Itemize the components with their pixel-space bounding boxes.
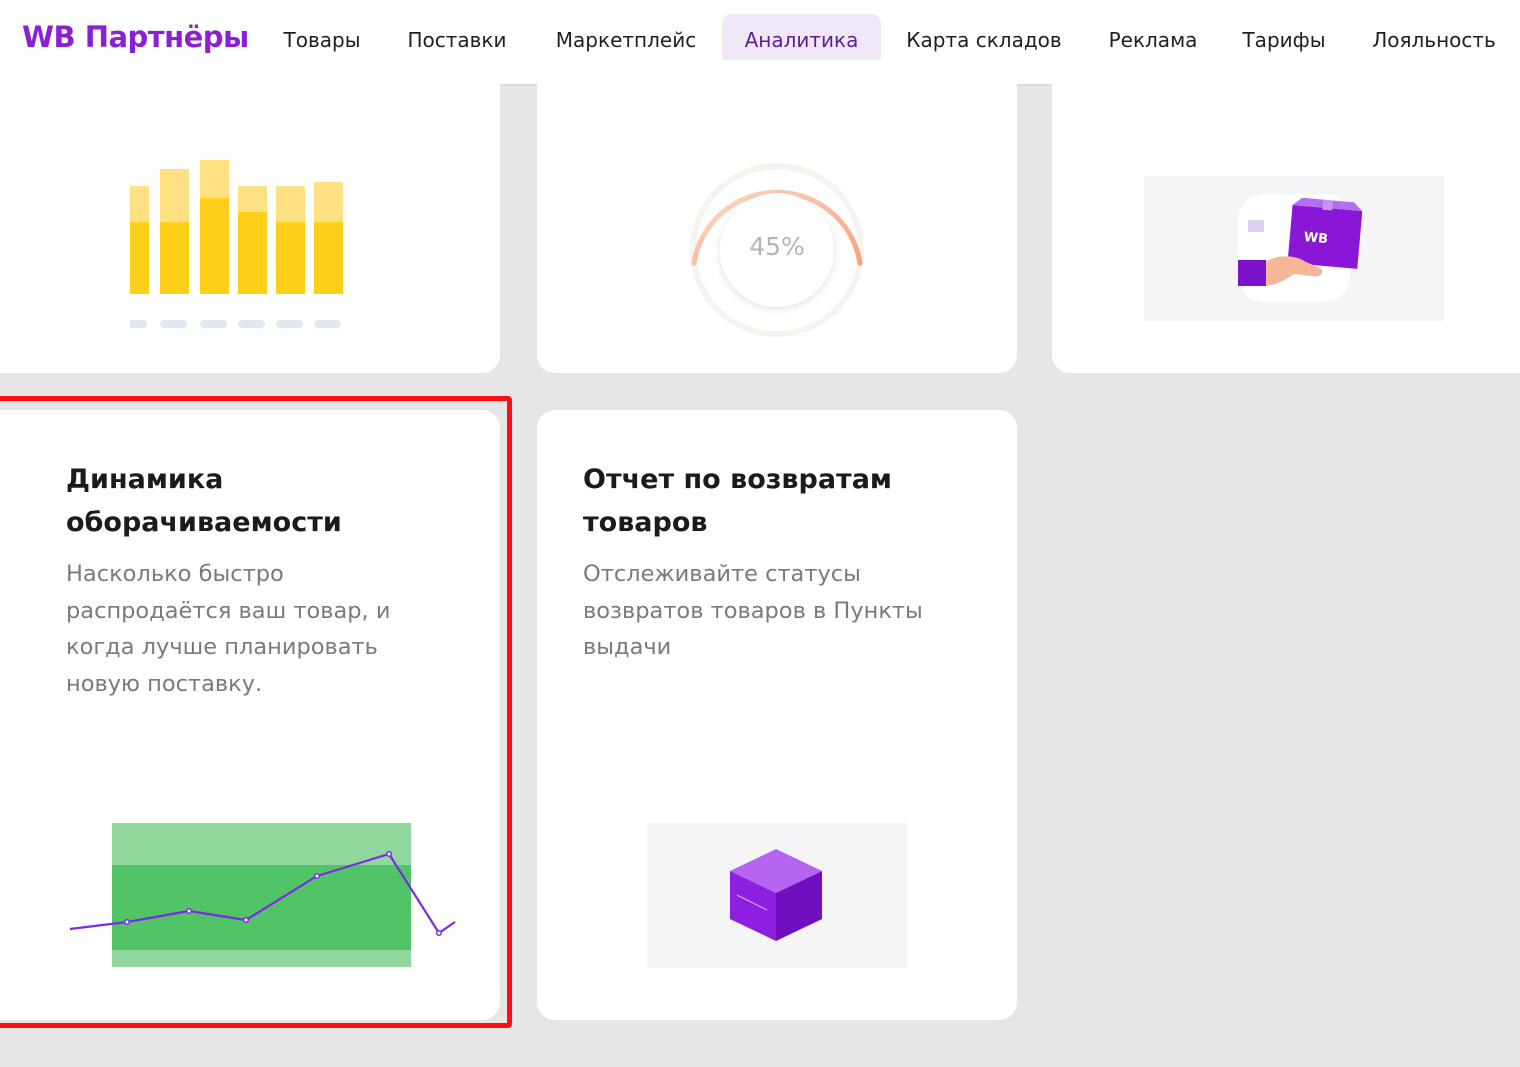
card-title: Отчет по возвратам товаров [583,464,892,538]
nav-item-analytics[interactable]: Аналитика [722,14,881,66]
bar-label-placeholder-3 [238,320,265,328]
bar-label-placeholder-2 [200,320,227,328]
bar-label-placeholder-5 [314,320,341,328]
bar-label-placeholder-1 [160,320,187,328]
bar-bottom-4 [276,222,305,294]
wb-partners-logo[interactable]: WB Партнёры [22,20,249,54]
bar-top-3 [238,186,267,212]
report-card-bar-chart[interactable] [0,60,500,373]
nav-item-warehouse-map[interactable]: Карта складов [890,14,1078,66]
bar-label-placeholder-4 [276,320,303,328]
line-chart-icon [69,823,456,967]
report-card-returns[interactable]: Отчет по возвратам товаров Отслеживайте … [537,410,1017,1020]
nav-item-advertising[interactable]: Реклама [1094,14,1212,66]
nav-item-loyalty[interactable]: Лояльность [1356,14,1512,66]
bar-top-2 [200,160,229,198]
report-card-delivery[interactable]: WB [1052,60,1520,373]
nav-item-products[interactable]: Товары [266,14,378,66]
card-description: Отслеживайте статусы возвратов товаров в… [583,561,923,660]
card-title: Динамика оборачиваемости [66,464,342,538]
bar-bottom-5 [314,222,343,294]
bar-top-5 [314,182,343,222]
nav-item-supplies[interactable]: Поставки [392,14,522,66]
report-card-turnover-dynamics[interactable]: Динамика оборачиваемости Насколько быстр… [0,410,500,1020]
nav-item-marketplace[interactable]: Маркетплейс [536,14,716,66]
bar-bottom-1 [160,222,189,294]
card-description: Насколько быстро распродаётся ваш товар,… [66,561,391,697]
report-card-progress[interactable]: 45% [537,60,1017,373]
bar-bottom-3 [238,212,267,294]
bar-top-1 [160,169,189,222]
bar-chart-icon [130,160,343,328]
bar-bottom-2 [200,198,229,294]
svg-text:WB: WB [1303,230,1328,247]
nav-item-tariffs[interactable]: Тарифы [1228,14,1340,66]
box-icon [647,823,907,968]
hand-with-wb-box-icon: WB [1144,176,1444,321]
bar-top-0 [130,186,149,222]
bar-top-4 [276,186,305,222]
bar-label-placeholder-0 [130,320,147,328]
progress-percent-label: 45% [749,232,805,261]
bar-bottom-0 [130,222,149,294]
